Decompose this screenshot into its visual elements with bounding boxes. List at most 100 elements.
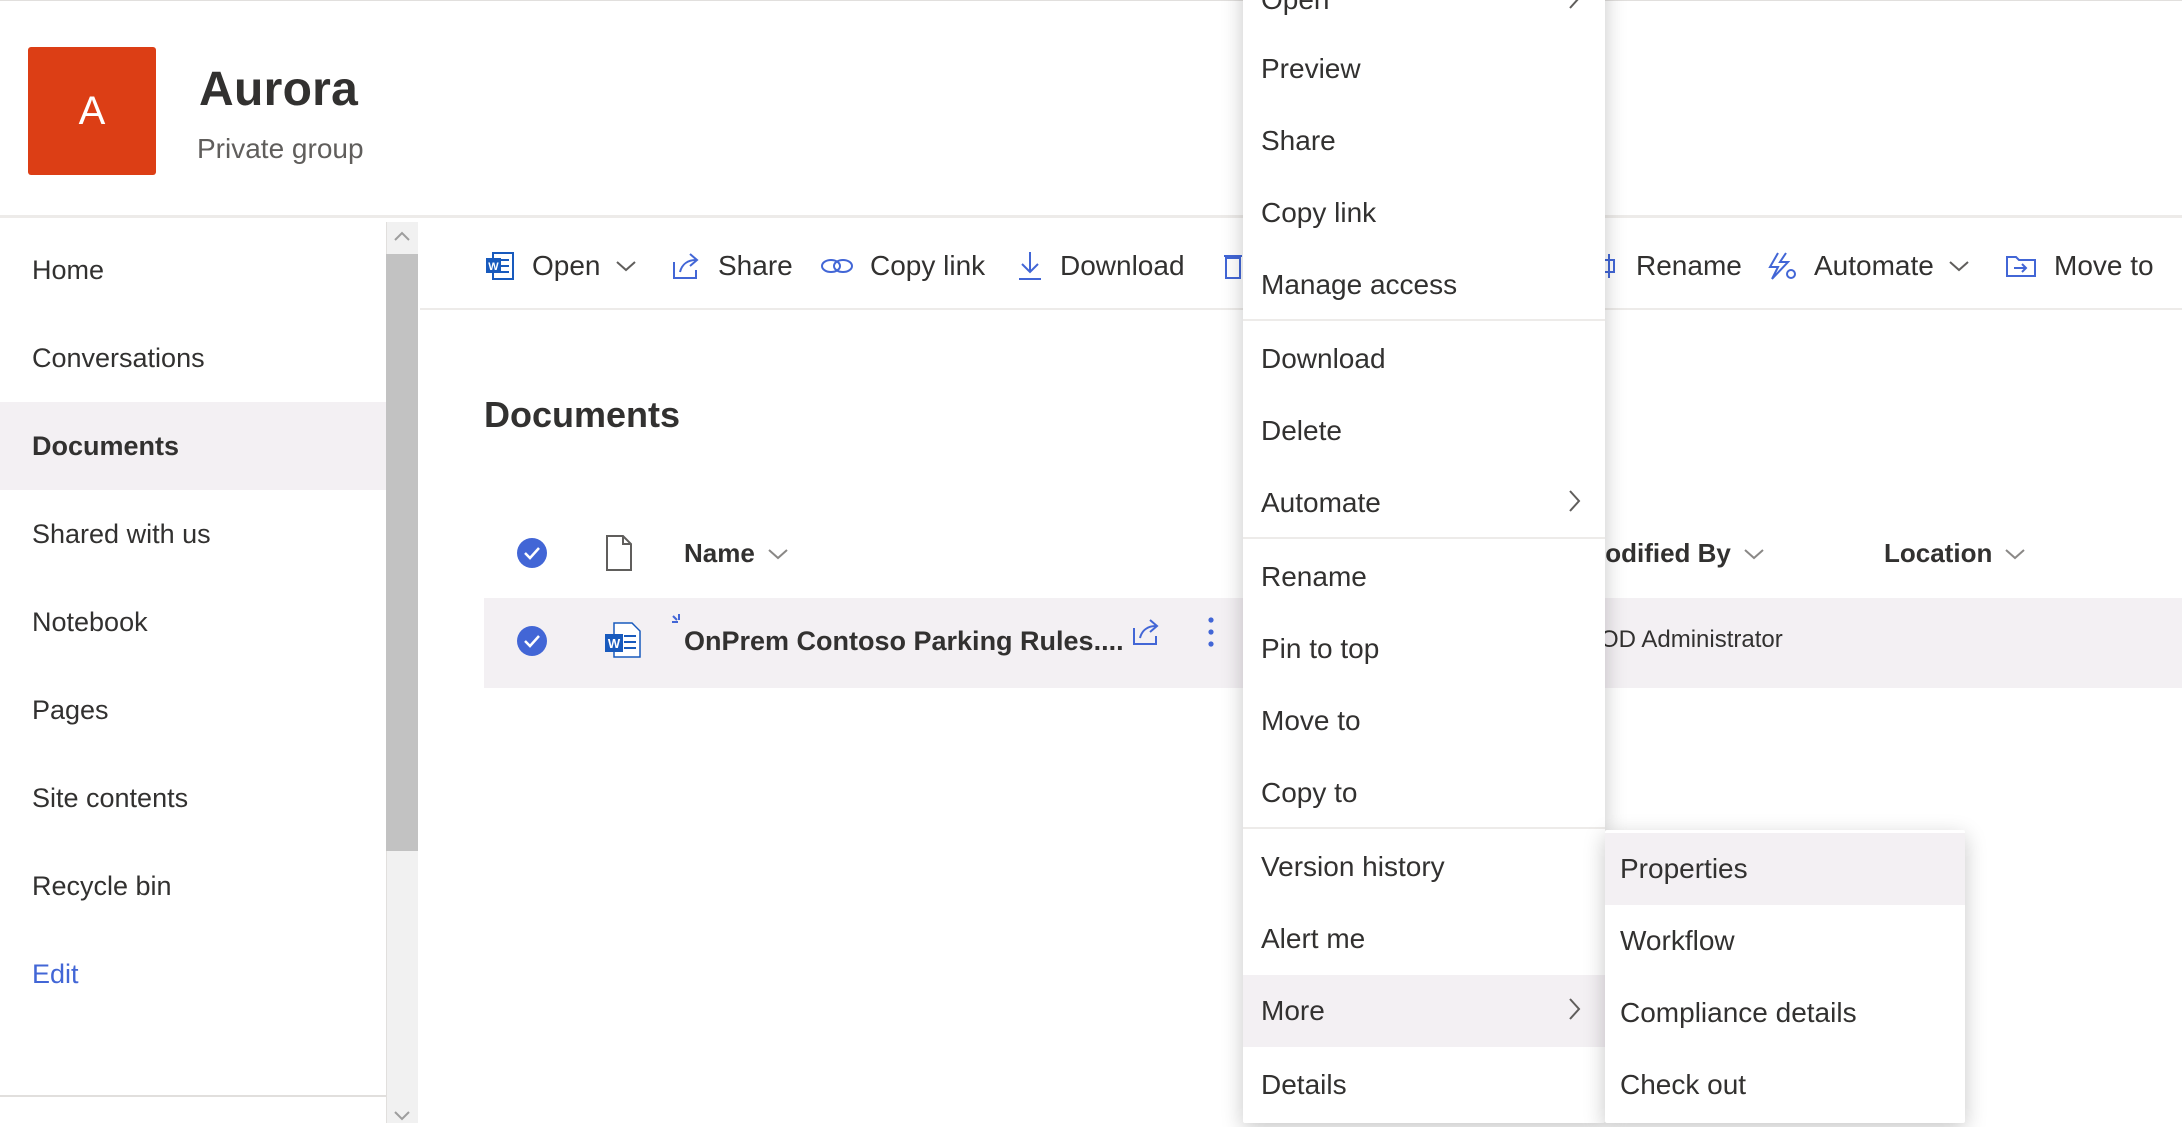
nav-item-site-contents[interactable]: Site contents bbox=[0, 754, 386, 842]
open-command-label: Open bbox=[532, 250, 601, 281]
row-share-icon[interactable] bbox=[1130, 616, 1164, 653]
nav-scroll-thumb[interactable] bbox=[386, 254, 418, 851]
menu-item-copy-link[interactable]: Copy link bbox=[1243, 177, 1605, 249]
row-select-checkbox[interactable] bbox=[516, 625, 548, 662]
nav-item-label: Recycle bin bbox=[32, 870, 172, 901]
menu-item-label: Copy link bbox=[1261, 197, 1377, 228]
scroll-up-icon[interactable] bbox=[393, 226, 411, 247]
download-command-label: Download bbox=[1060, 250, 1185, 281]
column-header-modified-by[interactable]: lodified By bbox=[1598, 538, 1765, 569]
move-to-command-label: Move to bbox=[2054, 250, 2154, 281]
word-file-icon: W bbox=[604, 620, 642, 665]
submenu-item-workflow[interactable]: Workflow bbox=[1605, 905, 1965, 977]
automate-icon bbox=[1768, 252, 1796, 280]
menu-item-label: Automate bbox=[1261, 487, 1381, 518]
word-icon: W bbox=[486, 252, 514, 280]
rename-command-button[interactable]: Rename bbox=[1600, 244, 1742, 288]
chevron-right-icon bbox=[1569, 0, 1579, 9]
menu-item-share[interactable]: Share bbox=[1243, 105, 1605, 177]
modified-by-cell: OD Administrator bbox=[1600, 626, 1783, 653]
chevron-down-icon bbox=[2005, 548, 2026, 559]
more-actions-icon[interactable] bbox=[1202, 614, 1220, 655]
checkmark-circle-icon bbox=[517, 538, 547, 568]
chevron-down-icon bbox=[1744, 548, 1764, 559]
site-subtitle: Private group bbox=[197, 133, 364, 164]
menu-item-details[interactable]: Details bbox=[1243, 1049, 1605, 1121]
nav-item-label: Conversations bbox=[32, 342, 205, 373]
trash-icon bbox=[1224, 255, 1242, 279]
menu-item-label: Alert me bbox=[1261, 923, 1366, 954]
left-navigation: Home Conversations Documents Shared with… bbox=[0, 222, 386, 1123]
column-header-label: Location bbox=[1884, 538, 1993, 568]
nav-item-label: Notebook bbox=[32, 606, 148, 637]
submenu-item-label: Workflow bbox=[1620, 925, 1735, 956]
submenu-item-compliance-details[interactable]: Compliance details bbox=[1605, 977, 1965, 1049]
submenu-item-properties[interactable]: Properties bbox=[1605, 833, 1965, 905]
menu-item-rename[interactable]: Rename bbox=[1243, 541, 1605, 613]
menu-item-copy-to[interactable]: Copy to bbox=[1243, 757, 1605, 829]
nav-edit-label: Edit bbox=[32, 958, 79, 989]
menu-item-pin-to-top[interactable]: Pin to top bbox=[1243, 613, 1605, 685]
menu-separator bbox=[1243, 319, 1605, 321]
svg-text:W: W bbox=[488, 261, 499, 273]
menu-item-label: Preview bbox=[1261, 53, 1361, 84]
nav-item-shared-with-us[interactable]: Shared with us bbox=[0, 490, 386, 578]
chevron-down-icon bbox=[1949, 261, 1969, 272]
share-command-button[interactable]: Share bbox=[670, 244, 793, 288]
menu-item-label: Rename bbox=[1261, 561, 1367, 592]
download-command-button[interactable]: Download bbox=[1016, 244, 1185, 288]
menu-item-delete[interactable]: Delete bbox=[1243, 395, 1605, 467]
share-command-label: Share bbox=[718, 250, 793, 281]
share-icon bbox=[673, 253, 699, 279]
column-header-label: lodified By bbox=[1598, 538, 1731, 568]
menu-item-move-to[interactable]: Move to bbox=[1243, 685, 1605, 757]
nav-item-recycle-bin[interactable]: Recycle bin bbox=[0, 842, 386, 930]
nav-item-home[interactable]: Home bbox=[0, 226, 386, 314]
menu-item-manage-access[interactable]: Manage access bbox=[1243, 249, 1605, 321]
menu-item-label: Open bbox=[1261, 0, 1330, 16]
menu-item-label: Delete bbox=[1261, 415, 1342, 446]
chevron-down-icon bbox=[768, 548, 788, 559]
nav-item-label: Pages bbox=[32, 694, 109, 725]
site-title[interactable]: Aurora bbox=[199, 62, 358, 117]
automate-command-label: Automate bbox=[1814, 250, 1934, 281]
menu-item-more[interactable]: More bbox=[1243, 975, 1605, 1047]
nav-item-notebook[interactable]: Notebook bbox=[0, 578, 386, 666]
automate-command-button[interactable]: Automate bbox=[1764, 244, 1970, 288]
menu-item-label: Pin to top bbox=[1261, 633, 1380, 664]
menu-item-download[interactable]: Download bbox=[1243, 323, 1605, 395]
submenu-item-check-out[interactable]: Check out bbox=[1605, 1049, 1965, 1121]
open-command-button[interactable]: W Open bbox=[484, 244, 637, 288]
link-icon bbox=[821, 259, 853, 273]
menu-item-automate[interactable]: Automate bbox=[1243, 467, 1605, 539]
nav-edit-link[interactable]: Edit bbox=[0, 930, 386, 1018]
file-type-column-icon[interactable] bbox=[604, 534, 634, 577]
menu-item-label: Share bbox=[1261, 125, 1336, 156]
menu-item-version-history[interactable]: Version history bbox=[1243, 831, 1605, 903]
move-to-command-button[interactable]: Move to bbox=[2004, 244, 2154, 288]
nav-item-label: Shared with us bbox=[32, 518, 211, 549]
chevron-right-icon bbox=[1569, 490, 1581, 512]
copy-link-command-button[interactable]: Copy link bbox=[820, 244, 985, 288]
library-title: Documents bbox=[484, 394, 681, 435]
column-header-location[interactable]: Location bbox=[1884, 538, 2026, 569]
chevron-right-icon bbox=[1569, 998, 1581, 1020]
submenu-item-label: Compliance details bbox=[1620, 997, 1857, 1028]
submenu-item-label: Check out bbox=[1620, 1069, 1747, 1100]
nav-item-pages[interactable]: Pages bbox=[0, 666, 386, 754]
file-name-link[interactable]: OnPrem Contoso Parking Rules.... bbox=[684, 626, 1124, 657]
menu-item-label: Download bbox=[1261, 343, 1386, 374]
menu-item-preview[interactable]: Preview bbox=[1243, 33, 1605, 105]
menu-item-alert-me[interactable]: Alert me bbox=[1243, 903, 1605, 975]
download-icon bbox=[1019, 252, 1041, 280]
select-all-checkbox[interactable] bbox=[516, 537, 548, 574]
nav-item-conversations[interactable]: Conversations bbox=[0, 314, 386, 402]
scroll-down-icon[interactable] bbox=[393, 1106, 411, 1127]
column-header-name[interactable]: Name bbox=[684, 538, 789, 569]
site-logo[interactable]: A bbox=[28, 47, 156, 175]
document-icon bbox=[606, 535, 632, 571]
menu-item-label: More bbox=[1261, 995, 1325, 1026]
rename-command-label: Rename bbox=[1636, 250, 1742, 281]
nav-item-documents[interactable]: Documents bbox=[0, 402, 386, 490]
menu-item-open[interactable]: Open bbox=[1243, 0, 1605, 36]
